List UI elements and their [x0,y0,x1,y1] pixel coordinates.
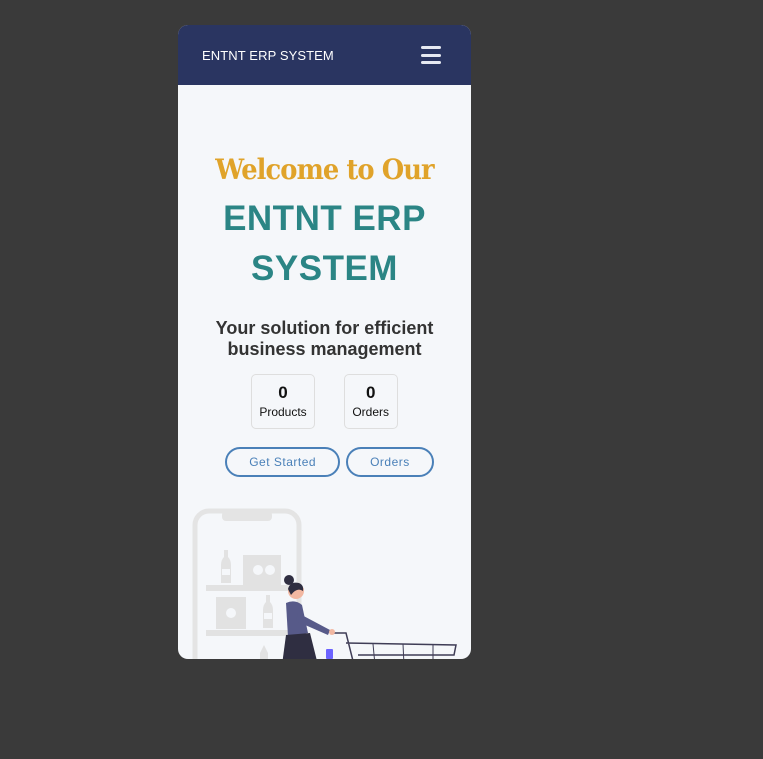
stat-card-products: 0 Products [251,374,315,429]
hand [329,629,335,635]
cart [330,632,457,659]
welcome-heading: Welcome to Our [215,153,434,186]
mobile-viewport: ENTNT ERP SYSTEM Welcome to Our ENTNT ER… [178,25,471,659]
skirt [282,633,317,659]
shelf [206,630,292,636]
bottle [263,595,273,628]
action-buttons: Get Started Orders [178,447,471,477]
stat-value: 0 [278,383,288,402]
orders-button[interactable]: Orders [346,447,434,477]
stat-value: 0 [365,383,376,402]
bottle-label [264,613,272,619]
hamburger-menu-icon[interactable] [421,46,441,64]
title-line: ENTNT ERP [223,199,426,238]
shelf [206,585,292,591]
bottle [260,645,268,659]
stat-label: Orders [352,405,390,419]
subtitle: Your solution for efficient business man… [215,318,434,359]
phone-notch [222,511,272,521]
cart-wire [402,643,405,659]
shopping-illustration [192,508,457,659]
bottle [221,550,231,583]
cart-wire [372,643,375,659]
bottle-label [222,569,230,575]
box-circle [265,565,275,575]
get-started-button[interactable]: Get Started [225,447,341,477]
shopping-bag [326,649,333,659]
page-title: ENTNT ERP SYSTEM [178,194,471,294]
hero-section: Welcome to Our ENTNT ERP SYSTEM Your sol… [178,153,471,477]
stats-row: 0 Products 0 Orders [178,374,471,429]
stat-label: Products [259,405,307,419]
stat-card-orders: 0 Orders [343,374,398,429]
title-line: SYSTEM [251,249,398,288]
navbar: ENTNT ERP SYSTEM [178,25,471,85]
menu-bar [421,61,441,64]
brand-title[interactable]: ENTNT ERP SYSTEM [202,48,334,63]
box-circle [226,608,236,618]
menu-bar [421,46,441,49]
menu-bar [421,53,441,57]
box-circle [253,565,263,575]
